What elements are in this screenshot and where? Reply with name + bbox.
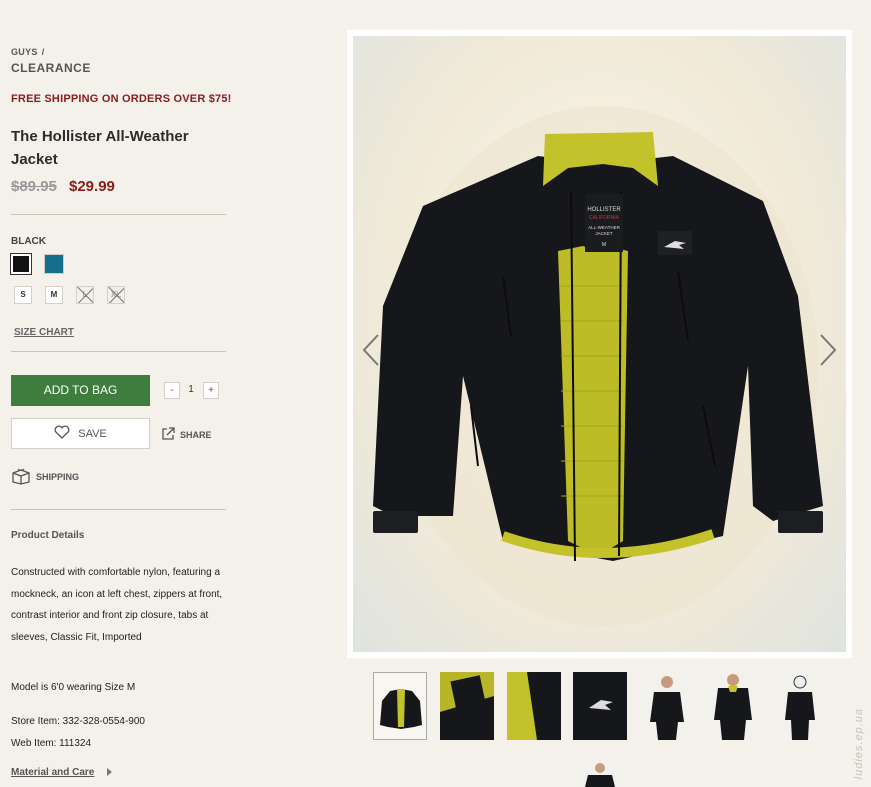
jacket-label-brand: HOLLISTER: [587, 207, 621, 213]
original-price: $89.95: [11, 178, 57, 195]
breadcrumb-separator: /: [41, 47, 45, 57]
product-details-heading: Product Details: [11, 530, 85, 541]
store-item-number: Store Item: 332-328-0554-900: [11, 716, 145, 727]
thumbnail-model-extra[interactable]: [573, 760, 627, 787]
web-item-number: Web Item: 111324: [11, 738, 92, 749]
box-icon: [11, 467, 31, 487]
swatch-teal[interactable]: [44, 254, 64, 274]
share-icon: [161, 427, 175, 443]
thumbnail-front[interactable]: [373, 672, 427, 740]
size-m[interactable]: M: [45, 286, 63, 304]
quantity-increase-button[interactable]: +: [203, 382, 219, 399]
product-description: Constructed with comfortable nylon, feat…: [11, 567, 223, 643]
jacket-label-size: M: [602, 242, 606, 248]
save-label: SAVE: [78, 427, 107, 440]
sale-price: $29.99: [69, 178, 115, 195]
size-l-unavailable[interactable]: L: [76, 286, 94, 304]
size-s[interactable]: S: [14, 286, 32, 304]
size-chart-link[interactable]: SIZE CHART: [14, 327, 74, 338]
model-info: Model is 6'0 wearing Size M: [11, 682, 136, 693]
logo-thumbnail-image: [573, 672, 627, 740]
thumbnail-label[interactable]: [440, 672, 494, 740]
material-and-care-link[interactable]: Material and Care: [11, 767, 94, 778]
thumbnail-model-front-open[interactable]: [640, 672, 694, 740]
save-button[interactable]: SAVE: [11, 418, 150, 449]
thumbnail-model-back[interactable]: [773, 672, 827, 740]
jacket-label-type: JACKET: [595, 231, 613, 236]
label-thumbnail-image: [440, 672, 494, 740]
shipping-label: SHIPPING: [36, 472, 80, 482]
heart-icon: [54, 425, 70, 442]
interior-thumbnail-image: [507, 672, 561, 740]
model-thumbnail-image: [706, 672, 760, 740]
chevron-right-icon[interactable]: [818, 332, 838, 368]
product-title: The Hollister All-Weather Jacket: [11, 128, 189, 168]
model-thumbnail-image: [773, 672, 827, 740]
selected-color-label: BLACK: [11, 236, 46, 247]
breadcrumb: GUYS /: [11, 47, 45, 57]
chevron-left-icon[interactable]: [361, 332, 381, 368]
share-button[interactable]: SHARE: [161, 427, 212, 443]
swatch-black[interactable]: [10, 253, 32, 275]
thumbnail-logo[interactable]: [573, 672, 627, 740]
add-to-bag-button[interactable]: ADD TO BAG: [11, 375, 150, 406]
thumbnail-interior[interactable]: [507, 672, 561, 740]
jacket-label-style: ALL-WEATHER: [588, 225, 620, 230]
jacket-thumbnail-image: [380, 689, 422, 729]
quantity-decrease-button[interactable]: -: [164, 382, 180, 399]
free-shipping-promo: FREE SHIPPING ON ORDERS OVER $75!: [11, 93, 232, 105]
shipping-link[interactable]: SHIPPING: [11, 467, 79, 487]
thumbnail-model-front[interactable]: [706, 672, 760, 740]
chevron-right-icon[interactable]: [107, 768, 112, 776]
watermark: ludies.ep.ua: [853, 707, 865, 779]
model-thumbnail-image: [640, 672, 694, 740]
jacket-illustration: HOLLISTER CALIFORNIA ALL-WEATHER JACKET …: [373, 106, 823, 626]
divider: [11, 214, 226, 215]
model-thumbnail-image: [573, 760, 627, 787]
breadcrumb-parent[interactable]: GUYS: [11, 47, 38, 57]
size-xl-unavailable[interactable]: XL: [107, 286, 125, 304]
main-product-image[interactable]: HOLLISTER CALIFORNIA ALL-WEATHER JACKET …: [347, 30, 852, 658]
breadcrumb-current[interactable]: CLEARANCE: [11, 61, 91, 75]
quantity-value[interactable]: 1: [183, 382, 199, 399]
divider: [11, 351, 226, 352]
product-photo: HOLLISTER CALIFORNIA ALL-WEATHER JACKET …: [353, 36, 846, 652]
divider: [11, 509, 226, 510]
share-label: SHARE: [180, 430, 212, 440]
jacket-label-location: CALIFORNIA: [589, 215, 620, 221]
